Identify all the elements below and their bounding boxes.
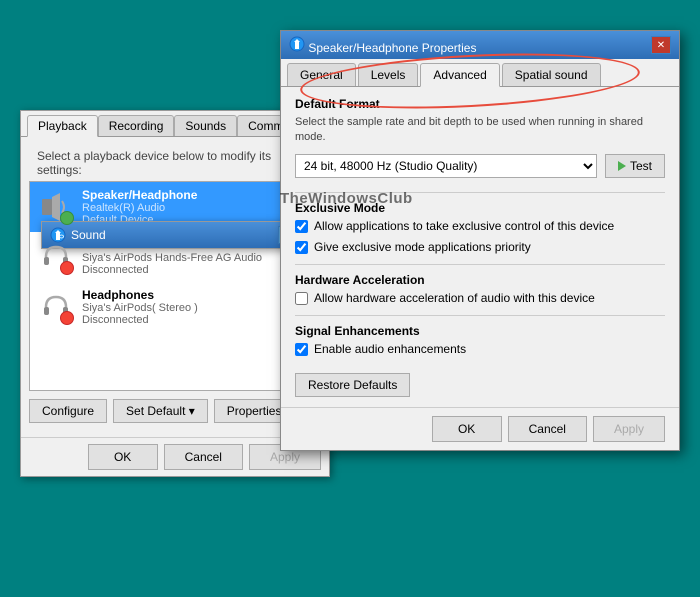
sound-ok-button[interactable]: OK xyxy=(88,444,158,470)
restore-defaults-button[interactable]: Restore Defaults xyxy=(295,373,410,397)
configure-button[interactable]: Configure xyxy=(29,399,107,423)
sound-bottom-buttons: Configure Set Default ▾ Properties xyxy=(29,399,321,423)
signal-enhancements-title: Signal Enhancements xyxy=(295,324,665,338)
separator-2 xyxy=(295,264,665,265)
speaker-tab-levels[interactable]: Levels xyxy=(358,63,419,86)
speaker-cancel-button[interactable]: Cancel xyxy=(508,416,587,442)
hardware-accel-title: Hardware Acceleration xyxy=(295,273,665,287)
headphones-sub2: Disconnected xyxy=(82,314,312,326)
hardware-checkbox-1-label: Allow hardware acceleration of audio wit… xyxy=(314,291,595,307)
separator-1 xyxy=(295,192,665,193)
speaker-ok-button[interactable]: OK xyxy=(432,416,502,442)
speaker-dialog-icon xyxy=(289,36,305,52)
format-select[interactable]: 24 bit, 48000 Hz (Studio Quality) xyxy=(295,154,597,178)
device-item-headphones[interactable]: Headphones Siya's AirPods( Stereo ) Disc… xyxy=(30,282,320,332)
exclusive-checkbox-1-label: Allow applications to take exclusive con… xyxy=(314,219,614,235)
set-default-button[interactable]: Set Default ▾ xyxy=(113,399,208,423)
headphones-name: Headphones xyxy=(82,288,312,302)
speaker-tab-advanced[interactable]: Advanced xyxy=(420,63,499,87)
speaker-tab-general[interactable]: General xyxy=(287,63,356,86)
test-button[interactable]: Test xyxy=(605,154,665,178)
sound-dialog-title: Sound xyxy=(71,228,106,242)
speaker-content: Default Format Select the sample rate an… xyxy=(281,87,679,407)
speaker-apply-button[interactable]: Apply xyxy=(593,416,665,442)
headphones-info: Headphones Siya's AirPods( Stereo ) Disc… xyxy=(82,288,312,326)
speaker-dialog-title: Speaker/Headphone Properties xyxy=(308,41,476,55)
exclusive-checkbox-2-label: Give exclusive mode applications priorit… xyxy=(314,240,531,256)
hardware-checkbox-1-input[interactable] xyxy=(295,292,308,305)
speaker-tab-spatial[interactable]: Spatial sound xyxy=(502,63,601,86)
default-format-title: Default Format xyxy=(295,97,665,111)
sound-cancel-button[interactable]: Cancel xyxy=(164,444,243,470)
headset-status-badge xyxy=(60,261,74,275)
exclusive-checkbox-2: Give exclusive mode applications priorit… xyxy=(295,240,665,256)
speaker-dialog: Speaker/Headphone Properties ✕ General L… xyxy=(280,30,680,451)
signal-checkbox-1-label: Enable audio enhancements xyxy=(314,342,466,358)
headphones-sub1: Siya's AirPods( Stereo ) xyxy=(82,302,312,314)
playback-label: Select a playback device below to modify… xyxy=(29,145,321,181)
signal-checkbox-1: Enable audio enhancements xyxy=(295,342,665,358)
headset-icon xyxy=(38,239,74,275)
sound-tab-sounds[interactable]: Sounds xyxy=(174,115,237,136)
speaker-name: Speaker/Headphone xyxy=(82,188,312,202)
headset-sub1: Siya's AirPods Hands-Free AG Audio xyxy=(82,252,312,264)
speaker-icon xyxy=(38,189,74,225)
exclusive-checkbox-1: Allow applications to take exclusive con… xyxy=(295,219,665,235)
exclusive-mode-title: Exclusive Mode xyxy=(295,201,665,215)
default-format-desc: Select the sample rate and bit depth to … xyxy=(295,115,665,146)
headset-sub2: Disconnected xyxy=(82,264,312,276)
device-list: Speaker/Headphone Realtek(R) Audio Defau… xyxy=(29,181,321,391)
sound-tab-recording[interactable]: Recording xyxy=(98,115,175,136)
format-row: 24 bit, 48000 Hz (Studio Quality) Test xyxy=(295,154,665,178)
speaker-dialog-controls: ✕ xyxy=(651,36,671,54)
signal-checkbox-1-input[interactable] xyxy=(295,343,308,356)
speaker-dialog-close[interactable]: ✕ xyxy=(651,36,671,54)
speaker-sub1: Realtek(R) Audio xyxy=(82,202,312,214)
speaker-footer: OK Cancel Apply xyxy=(281,407,679,450)
headphones-status-badge xyxy=(60,311,74,325)
headphones-icon xyxy=(38,289,74,325)
status-green-badge xyxy=(60,211,74,225)
separator-3 xyxy=(295,315,665,316)
play-icon xyxy=(618,161,626,171)
exclusive-checkbox-1-input[interactable] xyxy=(295,220,308,233)
speaker-tabs: General Levels Advanced Spatial sound xyxy=(281,59,679,87)
hardware-checkbox-1: Allow hardware acceleration of audio wit… xyxy=(295,291,665,307)
exclusive-checkbox-2-input[interactable] xyxy=(295,241,308,254)
speaker-dialog-titlebar-left: Speaker/Headphone Properties xyxy=(289,36,476,55)
speaker-dialog-titlebar: Speaker/Headphone Properties ✕ xyxy=(281,31,679,59)
sound-tab-playback[interactable]: Playback xyxy=(27,115,98,137)
